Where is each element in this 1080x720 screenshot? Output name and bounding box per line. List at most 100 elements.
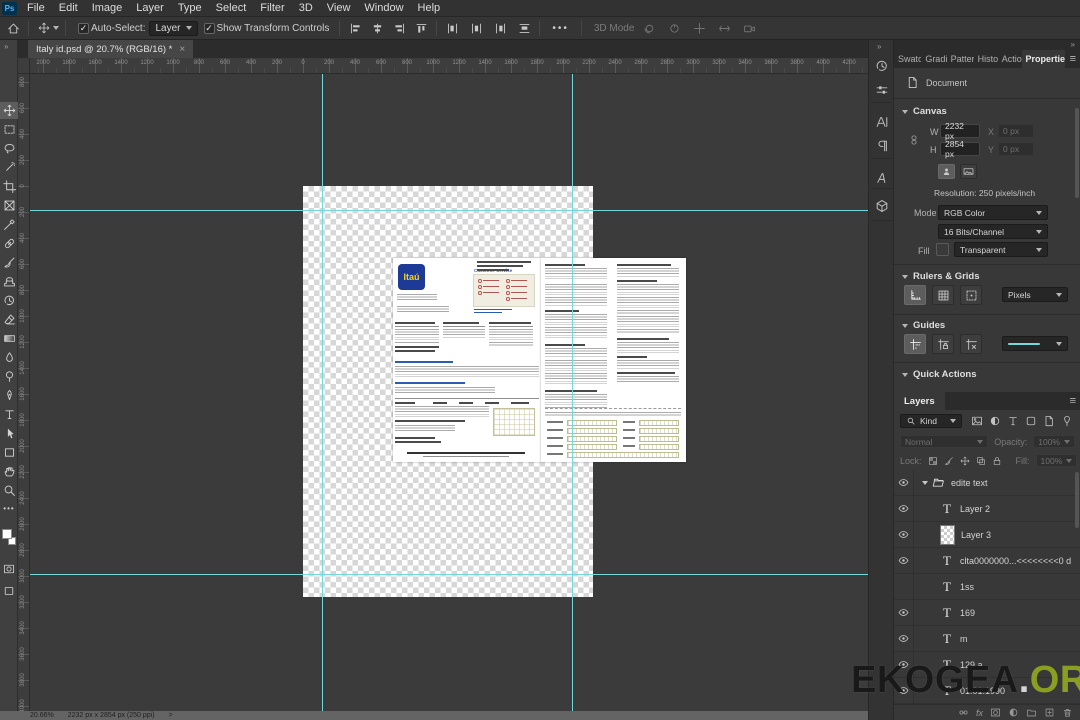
gradient-tool[interactable] — [0, 330, 18, 347]
horizontal-guide[interactable] — [18, 210, 868, 211]
history-brush-tool[interactable] — [0, 292, 18, 309]
eye-icon[interactable] — [894, 521, 914, 548]
menu-3d[interactable]: 3D — [292, 2, 320, 14]
type-layer-thumbnail[interactable]: T — [940, 553, 954, 569]
eye-icon[interactable] — [894, 677, 914, 704]
panel-tab-histo[interactable]: Histo — [974, 50, 998, 68]
panel-tab-properties[interactable]: Properties — [1021, 50, 1065, 68]
align-center-h-icon[interactable] — [368, 19, 386, 37]
dist-right-icon[interactable] — [491, 19, 509, 37]
type-layer-thumbnail[interactable]: T — [940, 579, 954, 595]
fill-dropdown[interactable]: Transparent — [954, 242, 1048, 257]
brush-icon[interactable] — [944, 456, 954, 466]
brush-tool[interactable] — [0, 254, 18, 271]
link-icon[interactable] — [958, 707, 969, 718]
align-top-icon[interactable] — [412, 19, 430, 37]
dist-center-h-icon[interactable] — [467, 19, 485, 37]
type-layer-thumbnail[interactable]: T — [940, 631, 954, 647]
layer-row[interactable]: T 129 a — [894, 651, 1080, 678]
horizontal-guide[interactable] — [18, 574, 868, 575]
type-icon[interactable] — [1007, 415, 1019, 427]
zoom-tool[interactable] — [0, 482, 18, 499]
lock-all-icon[interactable] — [992, 456, 1002, 466]
new-layer-icon[interactable] — [1044, 707, 1055, 718]
panel-tab-actio[interactable]: Actio — [998, 50, 1022, 68]
width-field[interactable]: 2232 px — [940, 121, 980, 141]
eye-icon[interactable] — [894, 625, 914, 652]
panel-collapse-strip[interactable]: » — [894, 40, 1080, 50]
eye-icon[interactable] — [894, 599, 914, 626]
properties-scrollbar[interactable] — [1075, 108, 1079, 198]
constrain-link-icon[interactable] — [908, 134, 920, 146]
path-select-tool[interactable] — [0, 425, 18, 442]
align-right-icon[interactable] — [390, 19, 408, 37]
layers-tab[interactable]: Layers — [894, 392, 945, 410]
lock-transparent-icon[interactable] — [928, 456, 938, 466]
horizontal-ruler[interactable]: 2000 1800 1600 1400 1200 1000 800 600 400 200 0 200… — [18, 58, 868, 74]
cube3d-panel-button[interactable] — [872, 196, 891, 215]
foreground-color-swatch[interactable] — [2, 529, 12, 539]
dock-collapse-icon[interactable]: » — [877, 42, 881, 51]
pixel-filter-icon[interactable] — [971, 415, 983, 427]
portrait-orientation-button[interactable] — [938, 164, 955, 179]
menu-window[interactable]: Window — [357, 2, 410, 14]
layer-row[interactable]: Tclta0000000...<<<<<<<<0 d — [894, 547, 1080, 574]
rect-marquee-tool[interactable] — [0, 121, 18, 138]
lock-guides-button[interactable] — [932, 334, 954, 354]
layer-name[interactable]: Layer 3 — [961, 530, 991, 540]
crop-tool[interactable] — [0, 178, 18, 195]
chevron-down-icon[interactable] — [53, 26, 59, 30]
layer-name[interactable]: 129 a — [960, 660, 983, 670]
layer-row[interactable]: T 01.01.1990 — [894, 677, 1080, 704]
spot-healing-tool[interactable] — [0, 235, 18, 252]
statement-page-2[interactable] — [541, 258, 686, 462]
guides-section-header[interactable]: Guides — [902, 320, 945, 331]
panel-tab-gradi[interactable]: Gradi — [921, 50, 946, 68]
toggle-rulers-button[interactable] — [904, 285, 926, 305]
zoom-level[interactable]: 20.66% — [30, 712, 54, 719]
layer-row[interactable]: Tm — [894, 625, 1080, 652]
layer-row[interactable]: T 169 — [894, 599, 1080, 626]
layer-name[interactable]: Layer 2 — [960, 504, 990, 514]
clear-guides-button[interactable] — [960, 334, 982, 354]
quick-mask-icon[interactable] — [0, 560, 18, 577]
menu-image[interactable]: Image — [85, 2, 130, 14]
layers-scrollbar[interactable] — [1075, 472, 1079, 528]
eye-icon[interactable] — [894, 547, 914, 574]
layer-name[interactable]: edite text — [951, 478, 988, 488]
menu-view[interactable]: View — [320, 2, 358, 14]
panel-menu-icon[interactable]: ≡ — [1065, 50, 1080, 68]
type-layer-thumbnail[interactable]: T — [940, 605, 954, 621]
guide-style-dropdown[interactable] — [1002, 336, 1068, 351]
glyphs-panel-button[interactable] — [872, 168, 891, 187]
quick-actions-section-header[interactable]: Quick Actions — [902, 369, 977, 380]
move-tool-icon[interactable] — [35, 19, 53, 37]
fx-icon[interactable]: fx — [976, 708, 983, 718]
type-layer-thumbnail[interactable]: T — [940, 501, 954, 517]
auto-select-checkbox[interactable]: ✓ — [78, 22, 89, 34]
vertical-ruler[interactable]: 800 600 400 200 0 200 400 600 800 1000 1200 1400 160… — [18, 74, 30, 713]
canvas-viewport[interactable]: Itaú Customer Service — [18, 74, 868, 711]
move-tool[interactable] — [0, 102, 18, 119]
group-expand-icon[interactable] — [922, 480, 928, 485]
shape-filter-icon[interactable] — [1025, 415, 1037, 427]
home-icon[interactable] — [4, 19, 22, 37]
layer-name[interactable]: clta0000000...<<<<<<<<0 d — [960, 556, 1071, 566]
eye-empty[interactable] — [894, 573, 914, 600]
canvas-section-header[interactable]: Canvas — [902, 106, 947, 117]
fill-swatch[interactable] — [936, 243, 949, 256]
lasso-tool[interactable] — [0, 140, 18, 157]
statement-page-1[interactable]: Itaú Customer Service — [393, 258, 541, 462]
edit-toolbar-icon[interactable]: ••• — [0, 500, 18, 517]
hand-tool[interactable] — [0, 463, 18, 480]
align-left-icon[interactable] — [346, 19, 364, 37]
document-tab[interactable]: Italy id.psd @ 20.7% (RGB/16) * × — [28, 40, 194, 58]
ruler-corner[interactable] — [18, 58, 30, 74]
close-icon[interactable]: × — [179, 44, 185, 55]
ruler-units-dropdown[interactable]: Pixels — [1002, 287, 1068, 302]
vertical-guide[interactable] — [322, 74, 323, 711]
menu-file[interactable]: File — [20, 2, 52, 14]
dodge-tool[interactable] — [0, 368, 18, 385]
pin-filter-icon[interactable] — [1061, 415, 1073, 427]
menu-layer[interactable]: Layer — [129, 2, 171, 14]
